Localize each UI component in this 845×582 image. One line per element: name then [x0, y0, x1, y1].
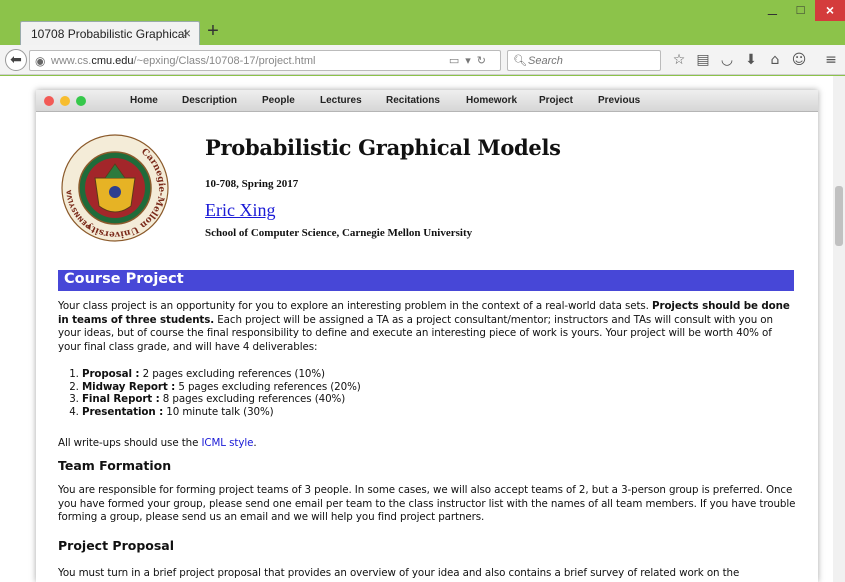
intro-paragraph: Your class project is an opportunity for… — [58, 300, 790, 353]
home-icon[interactable]: ⌂ — [765, 52, 785, 68]
nav-recitations[interactable]: Recitations — [386, 95, 440, 106]
green-dot-icon — [76, 96, 86, 106]
search-icon: 🔍︎ — [513, 54, 527, 67]
site-nav-bar: Home Description People Lectures Recitat… — [36, 90, 818, 112]
download-icon[interactable]: ⬇ — [741, 52, 761, 68]
page-title: Probabilistic Graphical Models — [205, 135, 561, 160]
browser-tab[interactable]: 10708 Probabilistic Graphical ... × — [20, 21, 200, 55]
reader-reload-icons[interactable]: ▭▾↻ — [449, 54, 492, 67]
section-heading: Course Project — [58, 270, 794, 291]
back-arrow-icon: ⬅ — [10, 52, 22, 68]
yellow-dot-icon — [60, 96, 70, 106]
url-bar[interactable]: ◉ www.cs.cmu.edu/~epxing/Class/10708-17/… — [29, 50, 501, 71]
project-proposal-heading: Project Proposal — [58, 538, 175, 553]
cmu-seal-logo: Carnegie-Mellon University PENNSYLVANIA … — [61, 134, 169, 242]
affiliation-text: School of Computer Science, Carnegie Mel… — [205, 227, 473, 239]
pocket-icon[interactable]: ◡ — [717, 52, 737, 68]
site-info-icon[interactable]: ◉ — [35, 54, 45, 68]
deliverables-list: Proposal : 2 pages excluding references … — [62, 368, 762, 418]
navigation-toolbar: ⬅ ◉ www.cs.cmu.edu/~epxing/Class/10708-1… — [0, 45, 845, 75]
minimize-button[interactable]: _ — [759, 0, 786, 21]
menu-icon[interactable]: ≡ — [821, 52, 841, 68]
page-background: Home Description People Lectures Recitat… — [0, 76, 833, 582]
nav-people[interactable]: People — [262, 95, 295, 106]
icml-style-link[interactable]: ICML style — [202, 437, 254, 449]
team-formation-paragraph: You are responsible for forming project … — [58, 484, 796, 523]
nav-lectures[interactable]: Lectures — [320, 95, 362, 106]
nav-previous[interactable]: Previous — [598, 95, 640, 106]
team-formation-heading: Team Formation — [58, 458, 172, 473]
nav-project[interactable]: Project — [539, 95, 573, 106]
list-item: Proposal : 2 pages excluding references … — [82, 368, 762, 381]
vertical-scrollbar[interactable] — [833, 76, 845, 582]
close-window-button[interactable]: × — [815, 0, 845, 21]
course-subtitle: 10-708, Spring 2017 — [205, 178, 299, 190]
page-panel: Home Description People Lectures Recitat… — [36, 90, 818, 582]
nav-homework[interactable]: Homework — [466, 95, 517, 106]
list-item: Final Report : 8 pages excluding referen… — [82, 393, 762, 406]
red-dot-icon — [44, 96, 54, 106]
list-item: Midway Report : 5 pages excluding refere… — [82, 381, 762, 394]
reading-list-icon[interactable]: ▤ — [693, 52, 713, 68]
page-viewport: Home Description People Lectures Recitat… — [0, 76, 845, 582]
search-input[interactable] — [528, 54, 656, 68]
scrollbar-thumb[interactable] — [835, 186, 843, 246]
tab-close-icon[interactable]: × — [183, 25, 191, 41]
window-titlebar: 10708 Probabilistic Graphical ... × + _ … — [0, 0, 845, 55]
new-tab-button[interactable]: + — [202, 20, 224, 42]
star-icon[interactable]: ☆ — [669, 52, 689, 68]
writeups-paragraph: All write-ups should use the ICML style. — [58, 437, 257, 449]
maximize-button[interactable]: □ — [787, 0, 814, 21]
search-box[interactable]: 🔍︎ — [507, 50, 661, 71]
project-proposal-paragraph: You must turn in a brief project proposa… — [58, 567, 740, 579]
back-button[interactable]: ⬅ — [5, 49, 27, 71]
url-text: www.cs.cmu.edu/~epxing/Class/10708-17/pr… — [51, 55, 316, 67]
nav-description[interactable]: Description — [182, 95, 237, 106]
sync-icon[interactable]: ☺ — [789, 52, 809, 68]
nav-home[interactable]: Home — [130, 95, 158, 106]
list-item: Presentation : 10 minute talk (30%) — [82, 406, 762, 419]
author-link[interactable]: Eric Xing — [205, 200, 275, 221]
